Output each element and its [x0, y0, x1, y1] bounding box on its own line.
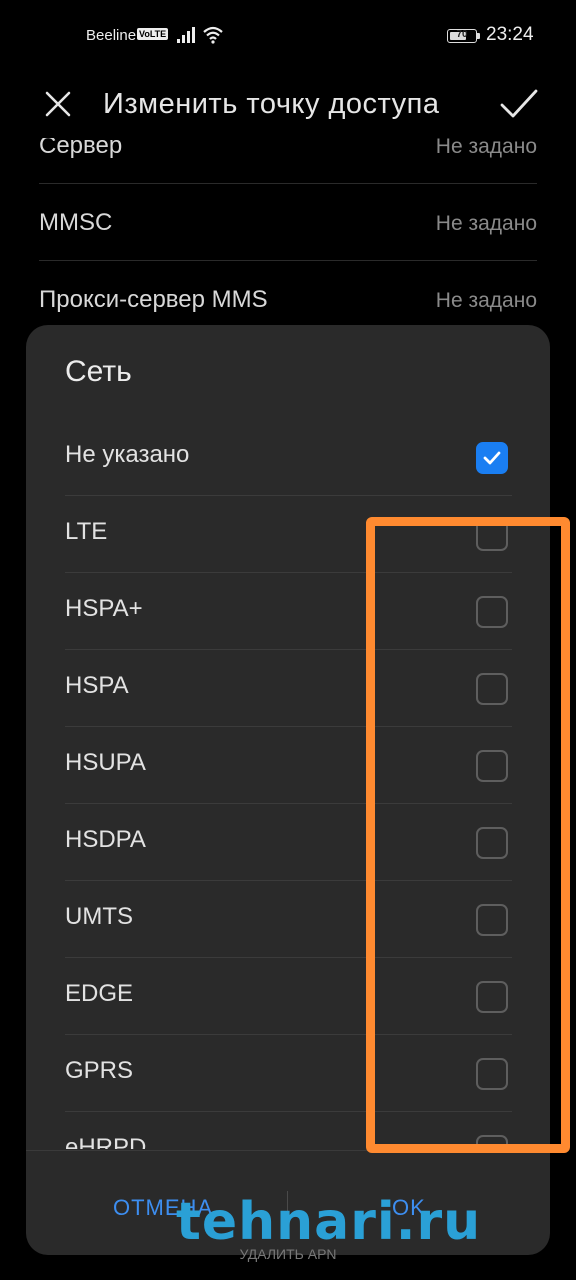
option-label: LTE: [65, 518, 108, 545]
battery-tip: [477, 33, 480, 39]
option-label: Не указано: [65, 441, 190, 468]
status-bar: Beeline VoLTE 70 23:24: [0, 0, 576, 72]
apn-settings-list: Сервер Не задано MMSC Не задано Прокси-с…: [0, 138, 576, 328]
battery-icon: 70: [447, 29, 477, 43]
wifi-icon: [203, 26, 223, 44]
setting-label: Сервер: [39, 138, 123, 159]
setting-label: Прокси-сервер MMS: [39, 286, 268, 313]
setting-value: Не задано: [435, 212, 537, 235]
option-not-specified[interactable]: Не указано: [65, 419, 512, 496]
dialog-title: Сеть: [65, 355, 132, 388]
option-label: GPRS: [65, 1057, 134, 1084]
check-icon: [483, 451, 501, 465]
app-toolbar: Изменить точку доступа: [0, 72, 576, 138]
setting-row-mms-proxy[interactable]: Прокси-сервер MMS Не задано: [39, 262, 537, 328]
setting-label: MMSC: [39, 209, 113, 236]
option-label: UMTS: [65, 903, 133, 930]
clock: 23:24: [486, 24, 534, 45]
option-label: EDGE: [65, 980, 134, 1007]
option-label: HSPA+: [65, 595, 143, 622]
setting-value: Не задано: [435, 138, 537, 158]
option-label: HSUPA: [65, 749, 146, 776]
signal-icon: [177, 27, 195, 43]
volte-badge: VoLTE: [137, 28, 169, 40]
save-check-icon[interactable]: [498, 84, 540, 124]
setting-row-server[interactable]: Сервер Не задано: [39, 138, 537, 184]
setting-row-mmsc[interactable]: MMSC Не задано: [39, 185, 537, 261]
carrier-name: Beeline: [86, 27, 137, 44]
close-icon[interactable]: [40, 86, 76, 122]
setting-value: Не задано: [435, 289, 537, 312]
battery-percent: 70: [456, 29, 468, 40]
option-label: eHRPD: [65, 1134, 147, 1149]
option-label: HSDPA: [65, 826, 146, 853]
highlight-frame: [366, 517, 570, 1153]
option-label: HSPA: [65, 672, 129, 699]
watermark: tehnari.ru: [176, 1192, 482, 1252]
page-title: Изменить точку доступа: [103, 88, 440, 120]
checkbox-checked[interactable]: [476, 442, 508, 474]
